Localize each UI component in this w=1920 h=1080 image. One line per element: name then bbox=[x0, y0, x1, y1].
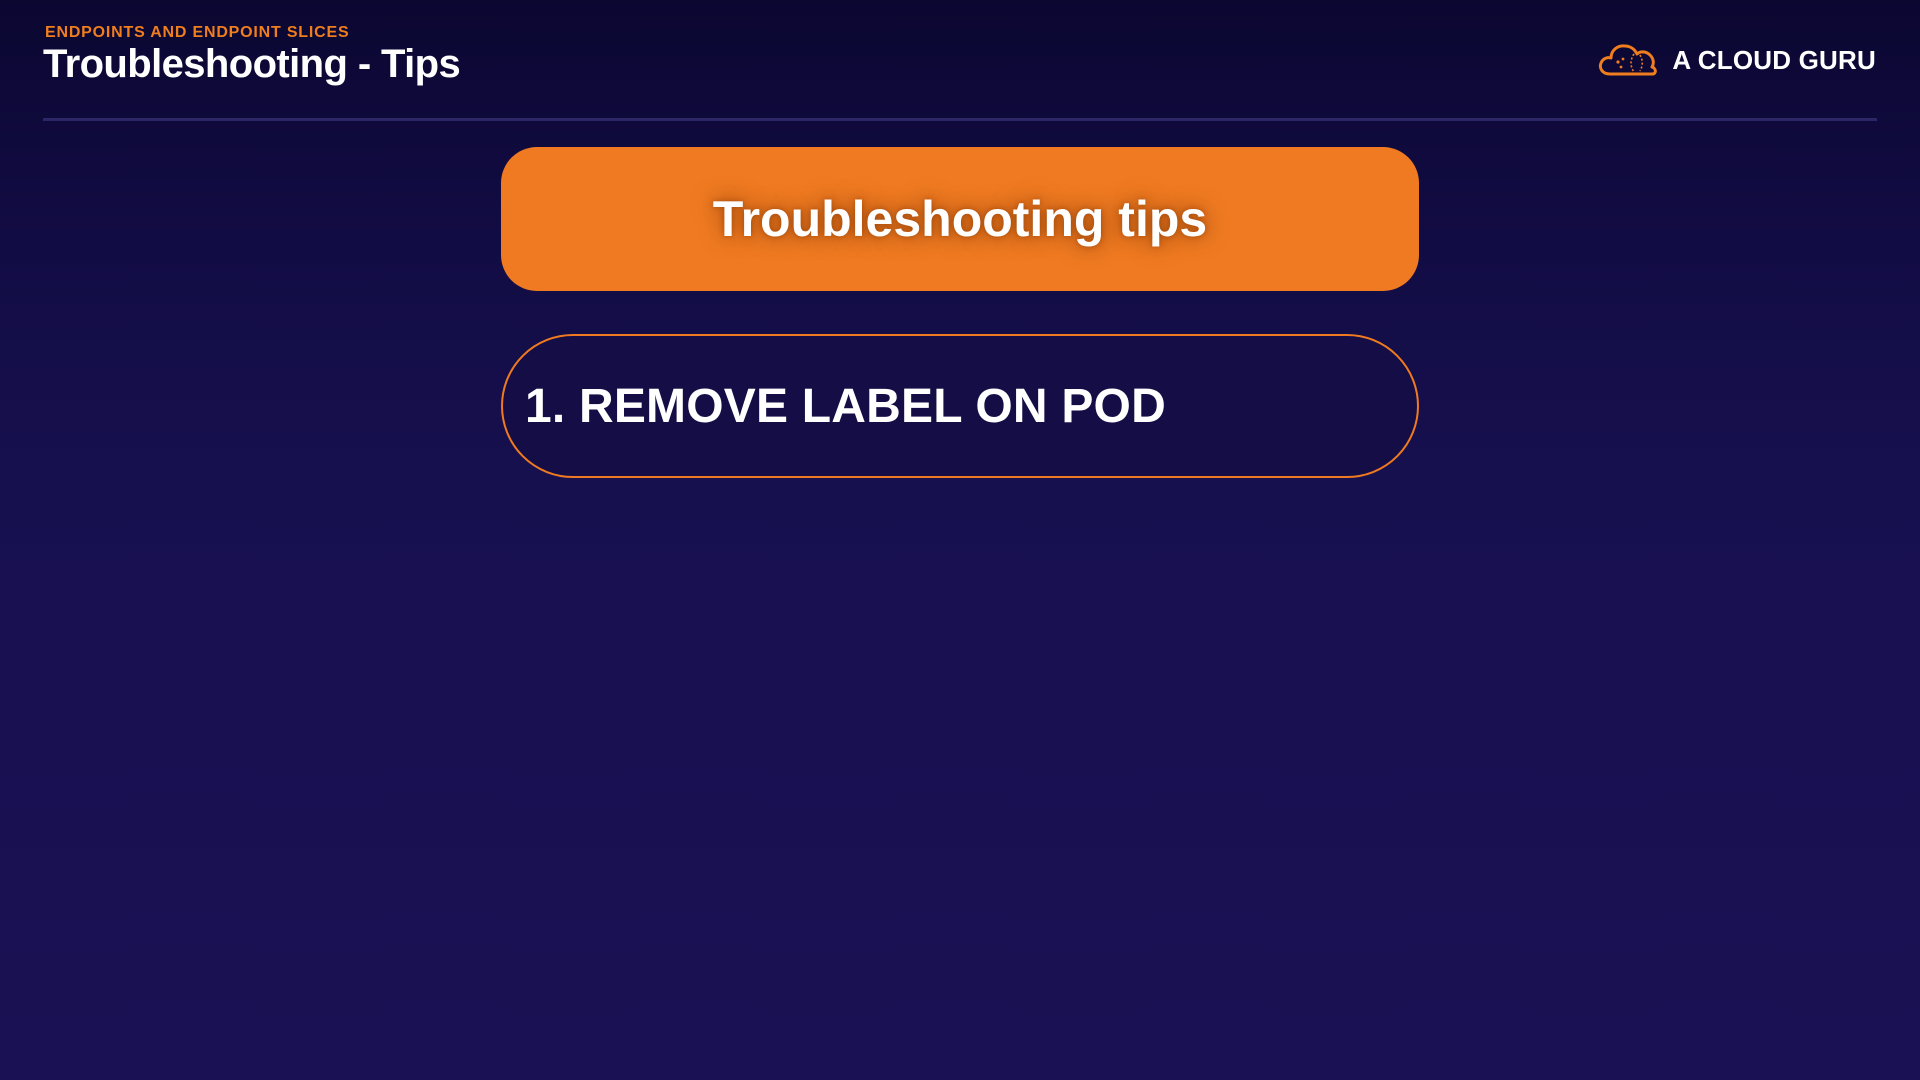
header-divider bbox=[43, 118, 1877, 121]
tips-banner-title: Troubleshooting tips bbox=[712, 191, 1208, 247]
section-kicker: ENDPOINTS AND ENDPOINT SLICES bbox=[45, 24, 350, 41]
brand-name: A CLOUD GURU bbox=[1672, 44, 1876, 75]
page-title: Troubleshooting - Tips bbox=[43, 42, 461, 86]
tip-item-label: 1. REMOVE LABEL ON POD bbox=[525, 379, 1166, 433]
brand-logo: A CLOUD GURU bbox=[1596, 38, 1876, 82]
tips-banner: Troubleshooting tips bbox=[501, 147, 1419, 291]
tip-item-1: 1. REMOVE LABEL ON POD bbox=[501, 334, 1419, 478]
cloud-logo-icon bbox=[1599, 44, 1658, 76]
